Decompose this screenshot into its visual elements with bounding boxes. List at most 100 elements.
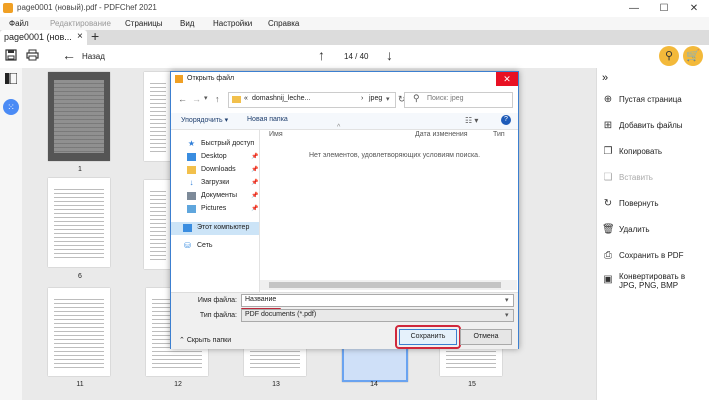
nav-item-desktop[interactable]: Desktop 📌: [171, 151, 259, 164]
menu-edit[interactable]: Редактирование: [50, 19, 111, 28]
help-icon[interactable]: ?: [501, 115, 511, 125]
menu-pages[interactable]: Страницы: [125, 19, 163, 28]
rotate-icon: ↻: [603, 198, 613, 209]
new-folder-button[interactable]: Новая папка: [247, 116, 288, 123]
search-icon: ⚲: [413, 93, 420, 103]
thumbnail-label: 15: [468, 381, 476, 388]
add-files-button[interactable]: Добавить файлы: [619, 121, 705, 130]
search-input[interactable]: ⚲ Поиск: jpeg: [404, 92, 513, 108]
nav-item-label: Desktop: [201, 153, 227, 160]
cart-icon[interactable]: 🛒: [683, 46, 703, 66]
column-header-date[interactable]: Дата изменения: [415, 131, 468, 138]
panel-toggle-icon[interactable]: [5, 72, 18, 86]
minimize-button[interactable]: —: [619, 0, 649, 17]
nav-item-network[interactable]: ⛁ Сеть: [171, 240, 259, 253]
left-rail: [0, 68, 22, 400]
thumbnail-label: 1: [78, 166, 82, 173]
chevron-down-icon[interactable]: ▾: [505, 311, 509, 319]
organize-button[interactable]: Упорядочить ▾: [181, 116, 228, 124]
forward-nav-icon[interactable]: →: [192, 94, 201, 104]
dialog-close-button[interactable]: ✕: [496, 72, 518, 86]
rotate-button[interactable]: Повернуть: [619, 199, 705, 208]
copy-button[interactable]: Копировать: [619, 147, 705, 156]
up-folder-icon[interactable]: ↑: [215, 94, 220, 104]
thumbnail-page-14-selected[interactable]: [342, 346, 408, 382]
nav-item-label: Загрузки: [201, 179, 230, 186]
nav-item-label: Этот компьютер: [197, 224, 250, 231]
back-button[interactable]: Назад: [82, 52, 105, 61]
nav-item-zagruzki[interactable]: ↓ Загрузки 📌: [171, 177, 259, 190]
add-tab-button[interactable]: +: [91, 28, 99, 44]
recent-dropdown-icon[interactable]: ▾: [204, 94, 208, 102]
nav-item-quick-access[interactable]: ★ Быстрый доступ: [171, 138, 259, 151]
prev-page-icon[interactable]: ↑: [318, 47, 325, 63]
hide-folders-toggle[interactable]: ⌃ Скрыть папки: [179, 336, 231, 344]
print-icon[interactable]: [26, 49, 39, 64]
thumbnail-page-6[interactable]: [48, 178, 110, 267]
back-nav-icon[interactable]: ←: [178, 94, 187, 104]
nav-item-documents[interactable]: Документы 📌: [171, 190, 259, 203]
save-icon[interactable]: [5, 49, 17, 64]
thumbnail-page-11[interactable]: [48, 288, 110, 376]
close-window-button[interactable]: ✕: [679, 0, 709, 17]
maximize-button[interactable]: ☐: [649, 0, 679, 17]
convert-icon: ▣: [603, 274, 613, 285]
chevron-up-icon: ⌃: [179, 337, 187, 344]
paste-icon: ❏: [603, 172, 613, 183]
file-type-select[interactable]: PDF documents (*.pdf) ▾: [241, 309, 514, 322]
chevron-right-icon: ›: [361, 95, 364, 102]
convert-button[interactable]: Конвертировать в JPG, PNG, BMP: [619, 272, 705, 290]
page-indicator: 14 / 40: [344, 52, 369, 61]
app-logo-icon: [3, 3, 13, 13]
collapse-panel-icon[interactable]: »: [602, 72, 608, 84]
column-header-name[interactable]: Имя: [269, 131, 283, 138]
menu-help[interactable]: Справка: [268, 19, 299, 28]
chevron-down-icon[interactable]: ▾: [386, 95, 390, 103]
file-name-field[interactable]: Название ▾: [241, 294, 514, 307]
thumbnail-page-1[interactable]: [48, 72, 110, 161]
cancel-button[interactable]: Отмена: [460, 329, 512, 345]
thumbnail-page-7[interactable]: [144, 180, 172, 269]
thumbnail-page-2[interactable]: [144, 72, 172, 161]
hide-folders-label: Скрыть папки: [186, 337, 232, 344]
delete-button[interactable]: Удалить: [619, 225, 705, 234]
star-icon: ★: [187, 139, 196, 148]
back-arrow-icon[interactable]: ←: [62, 47, 76, 63]
chevron-down-icon[interactable]: ▾: [505, 296, 509, 304]
file-name-label: Имя файла:: [197, 297, 237, 304]
tab-bar: [0, 30, 709, 45]
grid-view-icon[interactable]: ⁙: [3, 99, 19, 115]
tab-close-icon[interactable]: ×: [77, 31, 83, 42]
view-options-icon[interactable]: ☷ ▾: [465, 116, 478, 125]
next-page-icon[interactable]: ↓: [386, 47, 393, 63]
empty-message: Нет элементов, удовлетворяющих условиям …: [309, 152, 481, 159]
nav-item-label: Быстрый доступ: [201, 140, 255, 147]
nav-item-this-pc[interactable]: Этот компьютер: [171, 222, 259, 235]
save-pdf-button[interactable]: Сохранить в PDF: [619, 251, 705, 260]
file-name-value: Название: [245, 296, 277, 303]
nav-item-pictures[interactable]: Pictures 📌: [171, 203, 259, 216]
address-segment-subfolder[interactable]: jpeg: [369, 95, 382, 102]
nav-item-downloads[interactable]: Downloads 📌: [171, 164, 259, 177]
save-pdf-icon: ⎙: [604, 250, 612, 261]
column-header-type[interactable]: Тип: [493, 131, 505, 138]
pin-icon: 📌: [251, 167, 259, 173]
menu-settings[interactable]: Настройки: [213, 19, 252, 28]
download-icon: ↓: [189, 178, 194, 187]
tab-document[interactable]: page0001 (нов... ×: [0, 30, 87, 45]
save-button[interactable]: Сохранить: [399, 329, 457, 345]
nav-item-label: Downloads: [201, 166, 236, 173]
search-icon[interactable]: ⚲: [659, 46, 679, 66]
delete-icon: 🗑: [602, 224, 615, 235]
network-icon: ⛁: [184, 241, 191, 250]
menu-view[interactable]: Вид: [180, 19, 194, 28]
pictures-icon: [187, 205, 196, 213]
folder-icon: [187, 166, 196, 174]
paste-button[interactable]: Вставить: [619, 173, 705, 182]
scrollbar-thumb[interactable]: [269, 282, 501, 288]
pin-icon: 📌: [251, 154, 259, 160]
blank-page-button[interactable]: Пустая страница: [619, 95, 705, 104]
address-bar[interactable]: « domashnij_leche... › jpeg ▾: [228, 92, 396, 108]
address-segment-folder[interactable]: domashnij_leche...: [252, 95, 310, 102]
menu-file[interactable]: Файл: [9, 19, 29, 28]
